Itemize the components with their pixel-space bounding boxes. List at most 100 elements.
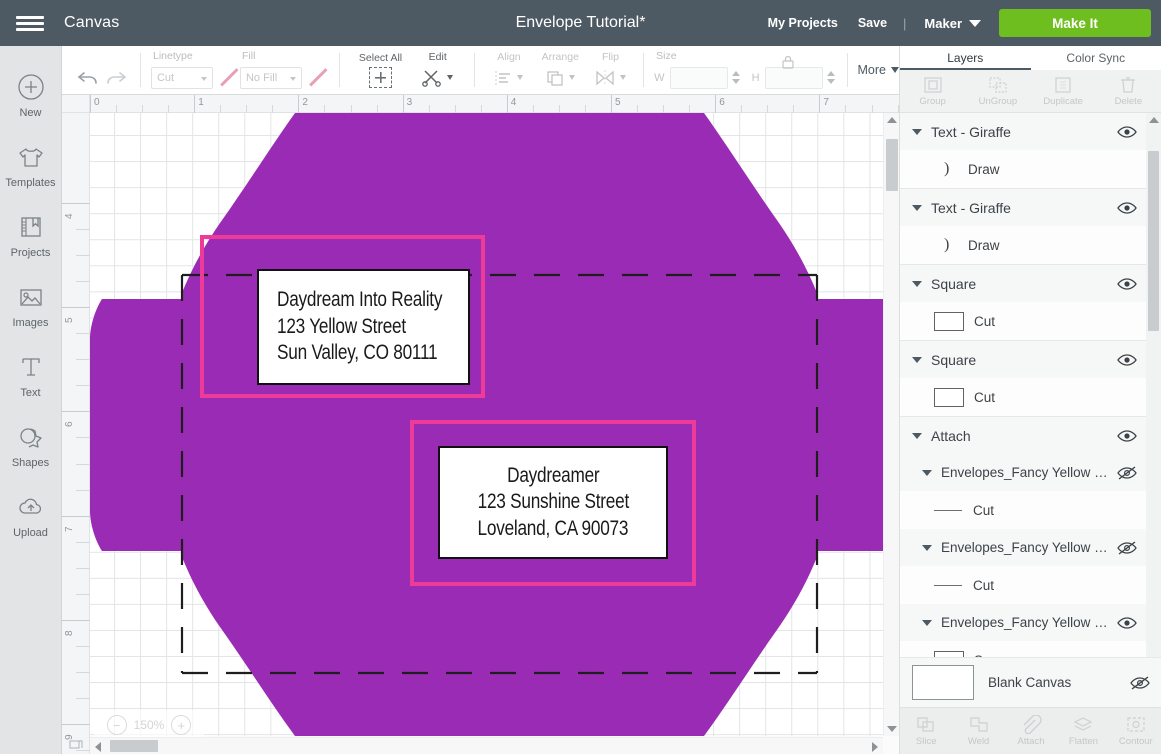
layer-row-envelope-3[interactable]: Envelopes_Fancy Yellow … [900, 604, 1147, 641]
weld-button[interactable]: Weld [952, 708, 1004, 754]
vertical-scroll-thumb[interactable] [886, 139, 898, 191]
scroll-left-arrow-icon[interactable] [90, 738, 106, 754]
rail-item-upload[interactable]: Upload [0, 480, 62, 550]
layers-scrollbar[interactable] [1146, 113, 1161, 707]
save-button[interactable]: Save [848, 16, 897, 30]
layer-sublayer-draw[interactable]: ) Draw [900, 226, 1147, 264]
recipient-address-textbox[interactable]: Daydreamer 123 Sunshine Street Loveland,… [438, 446, 668, 559]
white-color-chip[interactable] [934, 387, 964, 407]
linetype-color-swatch[interactable] [218, 67, 240, 89]
height-stepper[interactable] [825, 67, 837, 89]
layer-sublayer-cut[interactable]: Cut [900, 302, 1147, 340]
delete-button[interactable]: Delete [1096, 70, 1161, 112]
zoom-in-button[interactable]: + [171, 715, 192, 735]
layer-row-envelope-2[interactable]: Envelopes_Fancy Yellow … [900, 529, 1147, 566]
scroll-up-arrow-icon[interactable] [884, 113, 899, 127]
return-address-textbox[interactable]: Daydream Into Reality 123 Yellow Street … [257, 269, 470, 385]
slice-button[interactable]: Slice [900, 708, 952, 754]
zoom-out-button[interactable]: − [106, 715, 127, 735]
attach-button[interactable]: Attach [1005, 708, 1057, 754]
my-projects-button[interactable]: My Projects [758, 16, 848, 30]
select-all-label: Select All [358, 52, 403, 64]
lock-icon[interactable] [780, 54, 796, 70]
layers-list[interactable]: Text - Giraffe ) Draw Text - Giraffe) D… [900, 113, 1147, 707]
tab-layers[interactable]: Layers [900, 46, 1031, 70]
make-it-button[interactable]: Make It [999, 9, 1151, 37]
canvas-vertical-scrollbar[interactable] [883, 113, 899, 736]
width-input[interactable] [669, 66, 728, 89]
layer-sublayer-cut[interactable]: Cut [900, 491, 1147, 529]
scroll-down-arrow-icon[interactable] [884, 722, 899, 736]
white-color-chip[interactable] [934, 311, 964, 331]
layer-row-text-giraffe-1[interactable]: Text - Giraffe [900, 113, 1147, 150]
edit-button[interactable]: Edit [411, 47, 464, 94]
height-input[interactable] [764, 66, 823, 89]
visible-eye-icon[interactable] [1117, 124, 1137, 140]
layer-sublayer-cut[interactable]: Cut [900, 378, 1147, 416]
canvas-horizontal-scrollbar[interactable] [90, 737, 883, 754]
layer-row-square-2[interactable]: Square [900, 341, 1147, 378]
ungroup-button[interactable]: UnGroup [965, 70, 1030, 112]
scroll-right-arrow-icon[interactable] [867, 738, 883, 754]
arrange-button[interactable]: Arrange [533, 47, 588, 94]
contour-button[interactable]: Contour [1110, 708, 1161, 754]
redo-icon[interactable] [102, 64, 130, 92]
fill-select[interactable]: No Fill [239, 66, 302, 89]
fill-label: Fill [241, 49, 256, 62]
duplicate-button[interactable]: Duplicate [1031, 70, 1096, 112]
layer-row-text-giraffe-2[interactable]: Text - Giraffe [900, 189, 1147, 226]
chevron-down-icon[interactable] [912, 356, 922, 363]
rail-item-shapes[interactable]: Shapes [0, 410, 62, 480]
hidden-eye-icon[interactable] [1130, 675, 1150, 691]
visible-eye-icon[interactable] [1117, 615, 1137, 631]
layer-row-attach[interactable]: Attach [900, 417, 1147, 454]
rail-item-projects[interactable]: Projects [0, 200, 62, 270]
undo-icon[interactable] [74, 64, 102, 92]
visible-eye-icon[interactable] [1117, 428, 1137, 444]
chevron-down-icon[interactable] [922, 469, 932, 476]
hamburger-menu-icon[interactable] [0, 0, 60, 46]
chevron-down-icon[interactable] [912, 128, 922, 135]
visible-eye-icon[interactable] [1117, 200, 1137, 216]
flip-button[interactable]: Flip [588, 47, 633, 94]
chevron-down-icon[interactable] [922, 619, 932, 626]
visible-eye-icon[interactable] [1117, 276, 1137, 292]
design-grid[interactable]: Daydream Into Reality 123 Yellow Street … [90, 113, 883, 736]
chevron-down-icon[interactable] [922, 544, 932, 551]
layer-sublayer-cut[interactable]: Cut [900, 566, 1147, 604]
machine-selector[interactable]: Maker [912, 16, 987, 31]
more-button[interactable]: More [858, 63, 899, 77]
rail-item-new[interactable]: New [0, 60, 62, 130]
hidden-eye-icon[interactable] [1117, 540, 1137, 556]
fill-color-swatch[interactable] [307, 67, 329, 89]
flatten-button[interactable]: Flatten [1057, 708, 1109, 754]
scroll-up-arrow-icon[interactable] [1146, 113, 1161, 127]
hidden-eye-icon[interactable] [1117, 465, 1137, 481]
group-button[interactable]: Group [900, 70, 965, 112]
layer-row-square-1[interactable]: Square [900, 265, 1147, 302]
layers-scroll-thumb[interactable] [1148, 151, 1159, 331]
canvas-area[interactable]: 01234567 456789 Daydream Into Reality 12… [62, 95, 899, 754]
canvas-label: Canvas [64, 14, 120, 31]
layer-row-envelope-1[interactable]: Envelopes_Fancy Yellow … [900, 454, 1147, 491]
linetype-select[interactable]: Cut [150, 66, 213, 89]
rail-item-images[interactable]: Images [0, 270, 62, 340]
chevron-down-icon[interactable] [912, 432, 922, 439]
fit-to-screen-icon[interactable] [68, 737, 84, 753]
select-all-button[interactable]: Select All [350, 47, 411, 94]
width-stepper[interactable] [730, 67, 742, 89]
horizontal-scroll-thumb[interactable] [110, 740, 158, 752]
align-button[interactable]: Align [485, 47, 532, 94]
ruler-minor-tick [845, 105, 847, 113]
tab-color-sync[interactable]: Color Sync [1031, 46, 1161, 70]
rail-item-templates[interactable]: Templates [0, 130, 62, 200]
visible-eye-icon[interactable] [1117, 352, 1137, 368]
chevron-down-icon[interactable] [912, 280, 922, 287]
machine-label: Maker [924, 15, 962, 31]
layer-sublayer-draw[interactable]: ) Draw [900, 150, 1147, 188]
chevron-down-icon[interactable] [912, 204, 922, 211]
blank-canvas-row[interactable]: Blank Canvas [900, 657, 1161, 707]
blank-canvas-swatch[interactable] [912, 665, 974, 700]
rail-item-text[interactable]: Text [0, 340, 62, 410]
zoom-control[interactable]: − 150% + [94, 710, 204, 740]
